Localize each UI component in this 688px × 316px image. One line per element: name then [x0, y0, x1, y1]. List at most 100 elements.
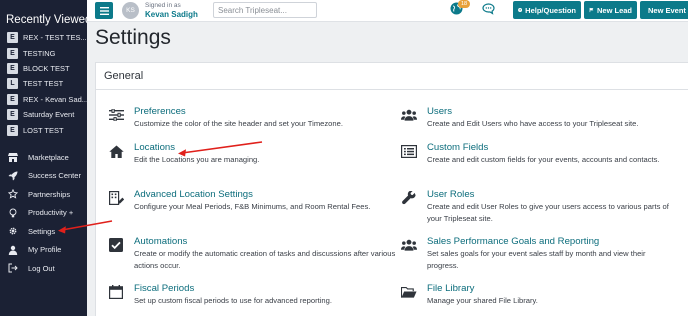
sidebar-item-success-center[interactable]: Success Center	[0, 167, 87, 186]
record-type-badge: E	[7, 62, 18, 74]
recent-item-label: TESTING	[23, 48, 56, 58]
avatar[interactable]: KS	[122, 2, 139, 19]
hamburger-icon	[99, 2, 109, 20]
new-lead-button[interactable]: New Lead	[584, 1, 637, 19]
settings-item-title[interactable]: Fiscal Periods	[134, 283, 194, 294]
sidebar-item-label: My Profile	[28, 245, 62, 255]
notification-count-badge: 18	[458, 0, 470, 8]
sidebar-item-label: Success Center	[28, 171, 81, 181]
recent-item-label: LOST TEST	[23, 125, 64, 135]
settings-item-title[interactable]: Users	[427, 106, 452, 117]
list-icon	[401, 144, 417, 158]
settings-item-file-library[interactable]: File Library Manage your shared File Lib…	[401, 283, 686, 311]
settings-item-advanced-location-settings[interactable]: Advanced Location Settings Configure you…	[108, 189, 398, 223]
sliders-icon	[108, 108, 124, 122]
recent-item[interactable]: E TESTING	[0, 45, 87, 60]
sidebar-item-label: Settings	[28, 226, 56, 236]
sidebar-item-label: Log Out	[28, 263, 55, 273]
settings-item-description: Create or modify the automatic creation …	[134, 249, 396, 270]
user-icon	[8, 245, 18, 255]
record-type-badge: E	[7, 32, 18, 44]
settings-item-description: Set sales goals for your event sales sta…	[427, 249, 646, 270]
folder-open-icon	[401, 285, 417, 299]
recent-item[interactable]: E BLOCK TEST	[0, 61, 87, 76]
settings-item-description: Create and Edit Users who have access to…	[427, 119, 639, 128]
users-icon	[401, 238, 417, 252]
help-circle-icon: ?	[518, 8, 523, 12]
help-question-button[interactable]: ? Help/Question	[513, 1, 581, 19]
settings-item-description: Set up custom fiscal periods to use for …	[134, 296, 332, 305]
users-icon	[401, 108, 417, 122]
record-type-badge: E	[7, 47, 18, 59]
settings-item-description: Create and edit custom fields for your e…	[427, 155, 660, 164]
lightbulb-icon	[8, 208, 18, 218]
settings-item-fiscal-periods[interactable]: Fiscal Periods Set up custom fiscal peri…	[108, 283, 398, 311]
record-type-badge: E	[7, 93, 18, 105]
check-square-icon	[108, 238, 124, 252]
recent-item[interactable]: E LOST TEST	[0, 122, 87, 137]
settings-item-automations[interactable]: Automations Create or modify the automat…	[108, 236, 398, 270]
settings-item-locations[interactable]: Locations Edit the Locations you are man…	[108, 142, 398, 170]
settings-item-title[interactable]: Automations	[134, 236, 187, 247]
settings-item-title[interactable]: Advanced Location Settings	[134, 189, 253, 200]
settings-item-description: Create and edit User Roles to give your …	[427, 202, 669, 223]
messages-button[interactable]	[481, 2, 496, 20]
chat-bubble-icon	[482, 2, 495, 20]
recent-item[interactable]: L TEST TEST	[0, 76, 87, 91]
sidebar-item-my-profile[interactable]: My Profile	[0, 241, 87, 260]
sidebar-item-partnerships[interactable]: Partnerships	[0, 185, 87, 204]
sidebar: Recently Viewed E REX - TEST TES... E TEST…	[0, 0, 87, 316]
section-title: General	[96, 63, 688, 90]
settings-item-title[interactable]: User Roles	[427, 189, 474, 200]
user-name[interactable]: Kevan Sadigh	[145, 10, 198, 19]
sidebar-nav: Marketplace Success Center Partnerships …	[0, 148, 87, 278]
sidebar-item-marketplace[interactable]: Marketplace	[0, 148, 87, 167]
recent-item[interactable]: E Saturday Event	[0, 107, 87, 122]
search-input[interactable]	[213, 2, 317, 18]
sidebar-item-label: Partnerships	[28, 189, 71, 199]
general-settings-card: General Preferences Customize the color …	[95, 62, 688, 316]
recent-item-label: REX - TEST TES...	[23, 33, 87, 43]
menu-toggle-button[interactable]	[95, 2, 113, 19]
new-event-button[interactable]: New Event	[640, 1, 688, 19]
logout-icon	[8, 263, 18, 273]
record-type-badge: E	[7, 109, 18, 121]
settings-item-title[interactable]: File Library	[427, 283, 474, 294]
calendar-icon	[108, 285, 124, 299]
flag-icon	[589, 7, 594, 13]
record-type-badge: L	[7, 78, 18, 90]
settings-item-description: Manage your shared File Library.	[427, 296, 538, 305]
settings-item-title[interactable]: Preferences	[134, 106, 186, 117]
settings-item-sales-performance-goals[interactable]: Sales Performance Goals and Reporting Se…	[401, 236, 686, 270]
settings-item-title[interactable]: Sales Performance Goals and Reporting	[427, 236, 599, 247]
sidebar-item-settings[interactable]: Settings	[0, 222, 87, 241]
sidebar-item-label: Marketplace	[28, 152, 69, 162]
recent-item-label: REX - Kevan Sad...	[23, 94, 87, 104]
signed-in-label: Signed in as	[145, 2, 181, 9]
settings-item-title[interactable]: Locations	[134, 142, 175, 153]
recently-viewed-title: Recently Viewed	[6, 14, 87, 26]
recent-item[interactable]: E REX - Kevan Sad...	[0, 92, 87, 107]
settings-item-description: Customize the color of the site header a…	[134, 119, 343, 128]
gear-icon	[8, 226, 18, 236]
settings-item-description: Edit the Locations you are managing.	[134, 155, 260, 164]
sidebar-item-log-out[interactable]: Log Out	[0, 259, 87, 278]
recent-item-label: Saturday Event	[23, 110, 75, 120]
settings-item-users[interactable]: Users Create and Edit Users who have acc…	[401, 106, 686, 134]
sidebar-item-productivity[interactable]: Productivity +	[0, 204, 87, 223]
settings-item-description: Configure your Meal Periods, F&B Minimum…	[134, 202, 371, 211]
recent-item[interactable]: E REX - TEST TES...	[0, 30, 87, 45]
sidebar-item-label: Productivity +	[28, 208, 74, 218]
svg-text:?: ?	[519, 8, 521, 12]
page-title: Settings	[95, 26, 171, 49]
settings-item-preferences[interactable]: Preferences Customize the color of the s…	[108, 106, 398, 134]
home-icon	[108, 144, 124, 158]
record-type-badge: E	[7, 124, 18, 136]
top-bar: KS Signed in as Kevan Sadigh 18 ? Help/Q…	[87, 0, 688, 22]
recent-item-label: TEST TEST	[23, 79, 64, 89]
recently-viewed-list: E REX - TEST TES... E TESTING E BLOCK TEST …	[0, 30, 87, 138]
settings-item-user-roles[interactable]: User Roles Create and edit User Roles to…	[401, 189, 686, 223]
settings-item-title[interactable]: Custom Fields	[427, 142, 488, 153]
recent-item-label: BLOCK TEST	[23, 63, 70, 73]
settings-item-custom-fields[interactable]: Custom Fields Create and edit custom fie…	[401, 142, 686, 176]
